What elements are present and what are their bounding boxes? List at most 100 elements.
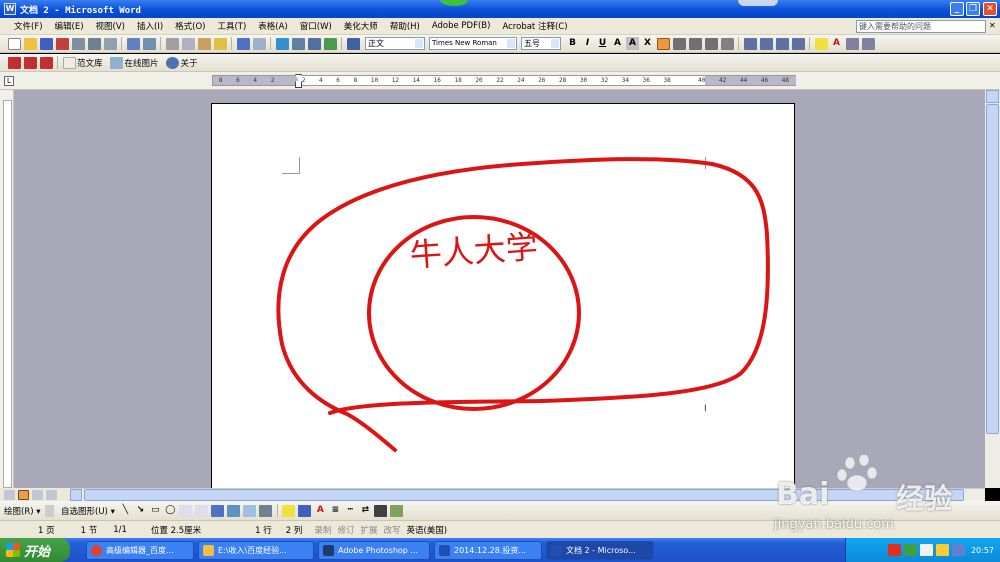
menu-view[interactable]: 视图(V) [90,20,131,32]
email-icon[interactable] [71,37,85,50]
online-picture-button[interactable]: 在线图片 [125,57,159,69]
status-track-changes[interactable]: 修订 [337,524,354,536]
char-scale-icon[interactable]: X [641,37,654,50]
enclose-char-icon[interactable] [861,37,875,50]
align-center-icon[interactable] [672,37,686,50]
task-word-active[interactable]: 文档 2 - Microso... [546,540,654,560]
restore-button[interactable]: ❐ [966,2,980,16]
normal-view-icon[interactable] [3,489,15,500]
clipart-icon[interactable] [243,504,257,517]
print-icon[interactable] [87,37,101,50]
sogou-icon[interactable] [888,544,902,556]
highlight-icon[interactable] [814,37,828,50]
task-explorer[interactable]: E:\收入\百度经验... [198,540,314,560]
copy-icon[interactable] [181,37,195,50]
horizontal-ruler[interactable]: L 8 6 4 2 2 4 6 8 10 12 14 16 18 20 22 24 26 28 30 32 34 36 38… [0,72,1000,90]
tray-shield-icon[interactable] [952,544,966,556]
close-doc-icon[interactable]: ✕ [989,21,996,30]
scroll-left-button[interactable] [70,489,82,501]
picture-icon[interactable] [259,504,273,517]
arrow-style-icon[interactable]: ⇄ [359,504,372,517]
increase-indent-icon[interactable] [791,37,805,50]
italic-button[interactable]: I [581,37,594,50]
line-tool-icon[interactable]: ╲ [119,504,132,517]
line-spacing-icon[interactable] [720,37,734,50]
web-layout-icon[interactable] [31,489,43,500]
template-library-button[interactable]: 范文库 [77,57,103,69]
draw-font-color-icon[interactable]: A [314,504,327,517]
menu-adobe-pdf[interactable]: Adobe PDF(B) [426,21,497,31]
menu-edit[interactable]: 编辑(E) [49,20,90,32]
network-icon[interactable] [920,544,934,556]
style-select[interactable]: 正文 [365,37,425,50]
task-document[interactable]: 2014.12.28.投资... [434,540,542,560]
vertical-ruler[interactable] [0,90,14,488]
status-record[interactable]: 录制 [314,524,331,536]
tables-borders-icon[interactable] [291,37,305,50]
menu-table[interactable]: 表格(A) [252,20,293,32]
oval-tool-icon[interactable]: ◯ [164,504,177,517]
hscroll-thumb[interactable] [84,489,964,501]
menu-help[interactable]: 帮助(H) [384,20,426,32]
document-map-icon[interactable] [346,37,360,50]
tab-selector[interactable]: L [4,76,14,86]
word-app-icon[interactable]: W [4,3,16,15]
font-size-select[interactable]: 五号 [521,37,561,50]
decrease-indent-icon[interactable] [775,37,789,50]
minimize-button[interactable]: _ [950,2,964,16]
new-doc-icon[interactable] [7,37,21,50]
vertical-textbox-icon[interactable] [195,504,209,517]
document-page[interactable]: 牛人大学 I [211,103,795,493]
numbering-icon[interactable] [743,37,757,50]
justify-icon[interactable] [704,37,718,50]
menu-beautify[interactable]: 美化大师 [338,20,384,32]
redo-icon[interactable] [252,37,266,50]
status-extend[interactable]: 扩展 [360,524,377,536]
pdf-review-icon[interactable] [39,56,53,69]
textbox-icon[interactable] [179,504,193,517]
pdf-email-icon[interactable] [23,56,37,69]
start-button[interactable]: 开始 [0,538,70,562]
line-color-icon[interactable] [298,504,312,517]
scroll-up-button[interactable] [986,90,999,103]
wordart-icon[interactable] [211,504,225,517]
speaker-icon[interactable] [936,544,950,556]
font-select[interactable]: Times New Roman [429,37,517,50]
help-search-input[interactable]: 键入需要帮助的问题 [856,20,986,33]
outline-view-icon[interactable] [45,489,57,500]
fill-color-icon[interactable] [282,504,296,517]
menu-insert[interactable]: 插入(I) [131,20,169,32]
stamp-drawing[interactable]: 牛人大学 [212,104,796,494]
hyperlink-icon[interactable] [275,37,289,50]
dash-style-icon[interactable]: ┅ [344,504,357,517]
autoshapes-menu[interactable]: 自选图形(U) ▾ [61,505,115,517]
line-style-icon[interactable]: ≡ [329,504,342,517]
menu-acrobat-comment[interactable]: Acrobat 注释(C) [496,20,573,32]
insert-table-icon[interactable] [307,37,321,50]
vertical-scrollbar[interactable] [985,90,1000,488]
3d-icon[interactable] [390,504,404,517]
bullets-icon[interactable] [759,37,773,50]
spelling-icon[interactable] [126,37,140,50]
underline-button[interactable]: U [596,37,609,50]
font-color-icon[interactable]: A [830,37,843,50]
shadow-icon[interactable] [374,504,388,517]
status-overtype[interactable]: 改写 [383,524,400,536]
research-icon[interactable] [142,37,156,50]
align-left-icon[interactable] [656,37,670,50]
diagram-icon[interactable] [227,504,241,517]
char-shading-icon[interactable]: A [626,37,639,50]
task-browser[interactable]: 高级编辑器_百度... [86,540,194,560]
char-border-icon[interactable]: A [611,37,624,50]
clock[interactable]: 20:57 [971,546,994,555]
save-icon[interactable] [39,37,53,50]
paste-icon[interactable] [197,37,211,50]
draw-menu[interactable]: 绘图(R) ▾ [4,505,41,517]
template-library-icon[interactable] [62,56,76,69]
online-picture-icon[interactable] [110,56,124,69]
task-photoshop[interactable]: Adobe Photoshop ... [318,540,430,560]
arrow-tool-icon[interactable]: ↘ [134,504,147,517]
phonetic-icon[interactable] [845,37,859,50]
undo-icon[interactable] [236,37,250,50]
print-layout-icon[interactable] [17,489,29,500]
